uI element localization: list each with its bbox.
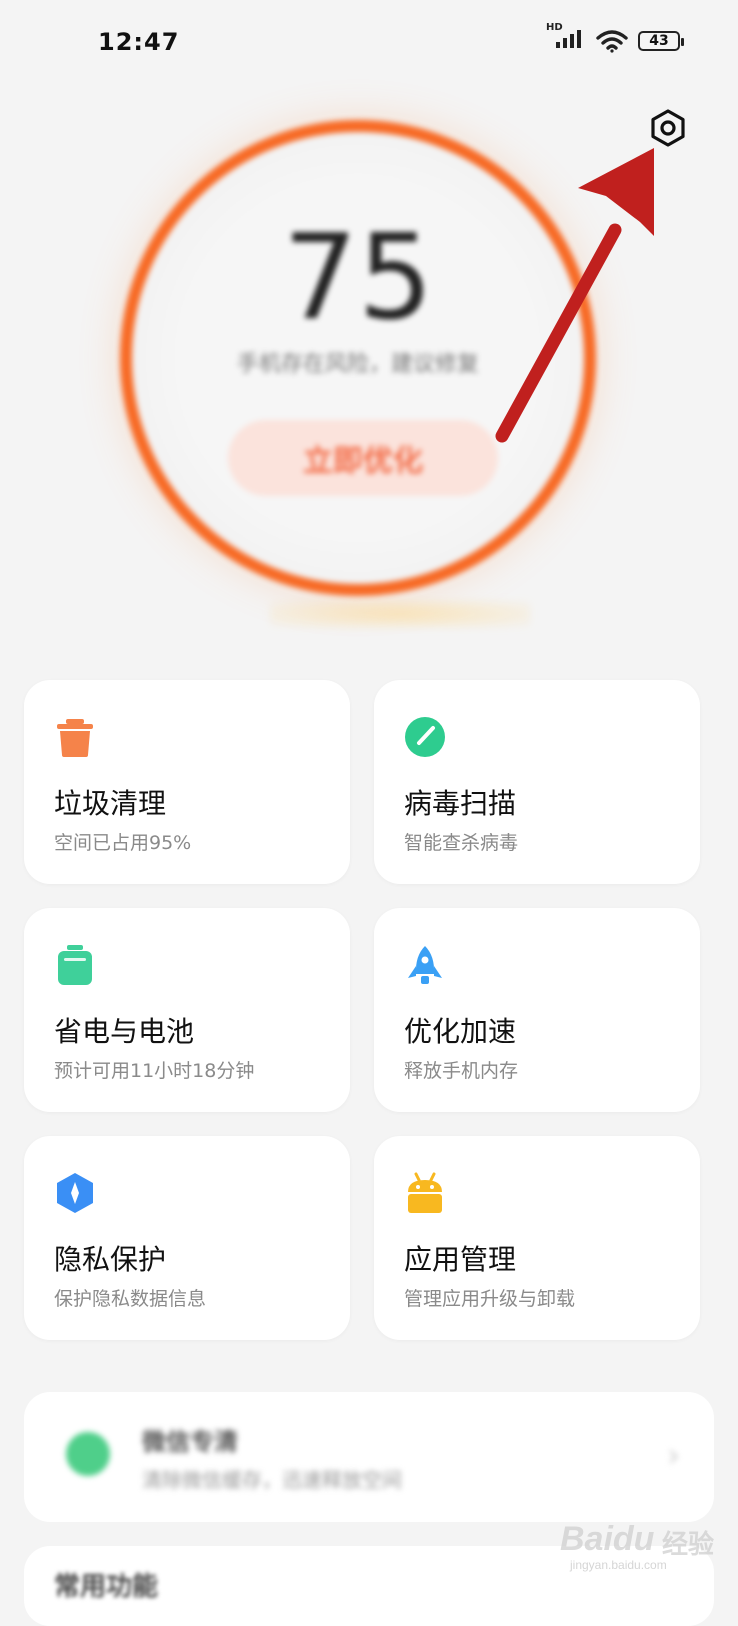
wechat-title: 微信专清	[142, 1428, 238, 1456]
card-wechat-clean[interactable]: 微信专清 清除微信缓存，迅速释放空间 ›	[24, 1392, 714, 1522]
card-title: 应用管理	[404, 1243, 517, 1276]
virus-scan-icon	[405, 717, 445, 757]
card-app-management[interactable]: 应用管理 管理应用升级与卸载	[374, 1136, 700, 1340]
watermark-cn: 经验	[662, 1530, 715, 1560]
card-subtitle: 保护隐私数据信息	[54, 1288, 207, 1310]
battery-level: 43	[649, 33, 669, 49]
card-subtitle: 释放手机内存	[404, 1060, 519, 1082]
settings-gear-icon[interactable]	[648, 108, 688, 148]
card-title: 省电与电池	[54, 1015, 195, 1048]
watermark-brand: Baidu	[560, 1520, 655, 1558]
optimize-now-button[interactable]: 立即优化	[228, 420, 498, 496]
score-message: 手机存在风险，建议修复	[236, 352, 479, 377]
card-optimize-speed[interactable]: 优化加速 释放手机内存	[374, 908, 700, 1112]
card-title: 优化加速	[404, 1015, 517, 1048]
health-score-panel: 75 手机存在风险，建议修复 立即优化	[108, 108, 608, 608]
chevron-right-icon: ›	[667, 1436, 680, 1474]
card-junk-clean[interactable]: 垃圾清理 空间已占用95%	[24, 680, 350, 884]
wechat-icon	[66, 1432, 110, 1476]
card-subtitle: 智能查杀病毒	[404, 832, 519, 854]
battery-indicator: 43	[638, 31, 684, 51]
card-title: 隐私保护	[54, 1243, 167, 1276]
card-subtitle: 预计可用11小时18分钟	[54, 1060, 255, 1082]
signal-icon: HD	[546, 22, 586, 54]
battery-icon	[58, 945, 92, 985]
card-subtitle: 空间已占用95%	[54, 832, 192, 854]
hd-label: HD	[546, 22, 563, 33]
section-title: 常用功能	[54, 1572, 159, 1602]
watermark-url: jingyan.baidu.com	[570, 1558, 667, 1572]
status-icons: HD 43	[546, 22, 684, 54]
card-title: 病毒扫描	[404, 787, 517, 820]
privacy-shield-icon	[57, 1173, 93, 1213]
android-icon	[408, 1172, 442, 1213]
wifi-icon	[596, 30, 628, 53]
baidu-watermark: Baidu 经验 jingyan.baidu.com	[560, 1510, 730, 1572]
card-subtitle: 管理应用升级与卸载	[404, 1288, 576, 1310]
card-battery[interactable]: 省电与电池 预计可用11小时18分钟	[24, 908, 350, 1112]
score-glow	[270, 600, 530, 628]
status-bar: 12:47 HD 43	[0, 0, 738, 88]
card-title: 垃圾清理	[54, 787, 167, 820]
card-privacy[interactable]: 隐私保护 保护隐私数据信息	[24, 1136, 350, 1340]
rocket-icon	[408, 946, 442, 984]
card-virus-scan[interactable]: 病毒扫描 智能查杀病毒	[374, 680, 700, 884]
health-score: 75	[282, 208, 434, 346]
wechat-subtitle: 清除微信缓存，迅速释放空间	[142, 1468, 402, 1492]
trash-icon	[57, 719, 93, 757]
status-time: 12:47	[98, 28, 180, 56]
